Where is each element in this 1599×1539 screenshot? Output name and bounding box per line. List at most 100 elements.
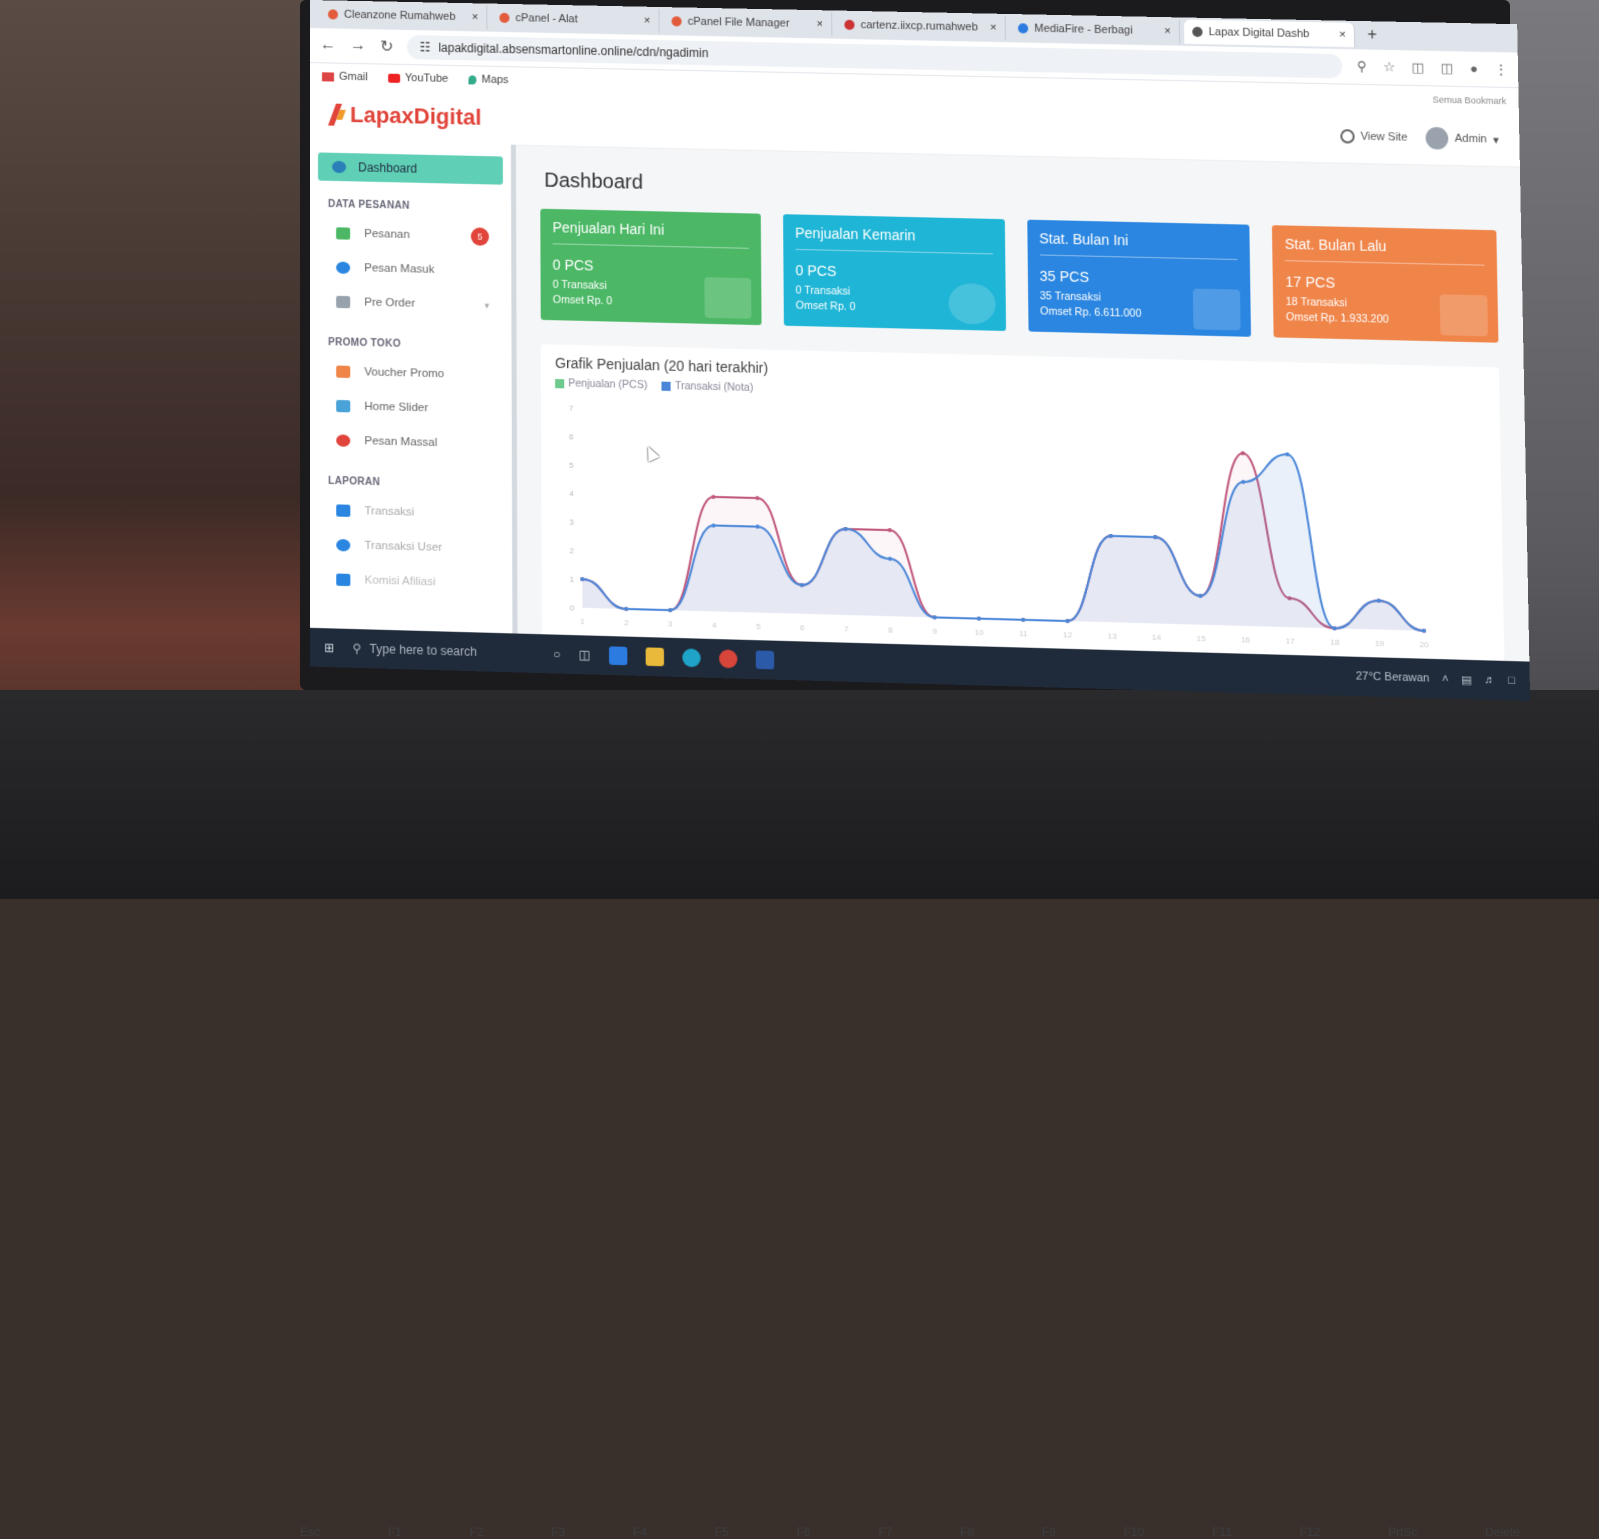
file-explorer-icon[interactable] — [645, 647, 663, 666]
user-menu[interactable]: Admin ▾ — [1426, 127, 1499, 151]
windows-start-icon[interactable]: ⊞ — [324, 640, 334, 655]
view-site-link[interactable]: View Site — [1340, 129, 1408, 145]
all-bookmarks[interactable]: Semua Bookmark — [1433, 94, 1507, 106]
bookmark-gmail[interactable]: Gmail — [322, 70, 368, 83]
sidebar-item-pesanan[interactable]: Pesanan 5 — [310, 216, 511, 255]
back-icon[interactable]: ← — [320, 36, 336, 54]
sidebar-item-dashboard[interactable]: Dashboard — [318, 152, 503, 184]
chevron-down-icon: ▾ — [485, 300, 490, 311]
menu-icon[interactable]: ⋮ — [1494, 61, 1508, 78]
forward-icon[interactable]: → — [350, 37, 366, 55]
taskbar-search[interactable]: ⚲ Type here to search — [352, 641, 534, 660]
bookmark-star-icon[interactable]: ☆ — [1383, 59, 1395, 75]
sidebar-item-home-slider[interactable]: Home Slider — [310, 388, 512, 428]
megaphone-icon — [336, 434, 350, 447]
sidebar-item-komisi-afiliasi[interactable]: Komisi Afiliasi — [310, 562, 512, 602]
site-info-icon[interactable]: ☷ — [420, 40, 431, 54]
extensions-icon[interactable]: ◫ — [1411, 60, 1424, 76]
tab-label: cartenz.iixcp.rumahweb — [861, 19, 984, 34]
keyboard-key: F5 — [715, 1525, 729, 1539]
sidebar-item-label: Pre Order — [364, 296, 415, 309]
browser-tab-active[interactable]: Lapax Digital Dashb × — [1184, 20, 1355, 48]
weather-widget[interactable]: 27°C Berawan — [1356, 670, 1430, 684]
data-point[interactable] — [580, 577, 584, 581]
tab-favicon-icon — [672, 16, 682, 26]
sidebar-item-transaksi-user[interactable]: Transaksi User — [310, 527, 512, 567]
data-point[interactable] — [1065, 619, 1069, 623]
data-point[interactable] — [1422, 629, 1426, 633]
browser-tab[interactable]: MediaFire - Berbagi × — [1010, 16, 1181, 44]
x-tick-label: 4 — [712, 621, 717, 630]
x-tick-label: 2 — [624, 618, 629, 627]
reload-icon[interactable]: ↻ — [380, 36, 393, 56]
sidepanel-icon[interactable]: ◫ — [1441, 60, 1454, 77]
x-tick-label: 18 — [1330, 638, 1340, 648]
x-tick-label: 19 — [1375, 639, 1385, 649]
mail-icon[interactable] — [609, 646, 627, 665]
close-icon[interactable]: × — [1339, 29, 1346, 41]
x-tick-label: 14 — [1152, 633, 1162, 643]
close-icon[interactable]: × — [990, 22, 997, 34]
data-point[interactable] — [668, 608, 672, 612]
sidebar-item-pesan-masuk[interactable]: Pesan Masuk — [310, 250, 511, 289]
close-icon[interactable]: × — [1164, 25, 1171, 37]
x-tick-label: 9 — [932, 627, 937, 636]
data-point[interactable] — [977, 616, 981, 620]
tab-favicon-icon — [499, 13, 509, 23]
sidebar-item-label: Home Slider — [364, 401, 428, 415]
sidebar-item-voucher-promo[interactable]: Voucher Promo — [310, 354, 512, 393]
sales-chart-panel: Grafik Penjualan (20 hari terakhir) Penj… — [541, 344, 1505, 666]
zoom-icon[interactable]: ⚲ — [1357, 58, 1367, 74]
function-keys: Esc F1 F2 F3 F4 F5 F6 F7 F8 F9 F10 F11 F12 PrtSc Delet… — [300, 1525, 1520, 1539]
chrome-icon[interactable] — [719, 649, 737, 668]
logo-icon — [330, 104, 346, 126]
legend-item[interactable]: Transaksi (Nota) — [662, 380, 754, 394]
close-icon[interactable]: × — [817, 18, 824, 30]
tab-label: Lapax Digital Dashb — [1209, 26, 1334, 41]
cortana-icon[interactable]: ○ — [553, 647, 560, 662]
browser-tab[interactable]: Cleanzone Rumahweb × — [320, 2, 487, 29]
data-point[interactable] — [624, 607, 628, 611]
series-area — [582, 437, 1424, 631]
card-pcs: 0 PCS — [553, 256, 749, 277]
sidebar-item-transaksi[interactable]: Transaksi — [310, 493, 512, 533]
tab-label: cPanel File Manager — [688, 16, 811, 31]
close-icon[interactable]: × — [644, 15, 651, 27]
volume-icon[interactable]: ♬ — [1484, 674, 1496, 687]
legend-item[interactable]: Penjualan (PCS) — [555, 377, 647, 391]
data-point[interactable] — [933, 615, 937, 619]
data-point[interactable] — [1021, 618, 1025, 622]
dashboard-icon — [332, 161, 346, 173]
network-icon[interactable]: ▤ — [1461, 673, 1472, 687]
card-title: Stat. Bulan Ini — [1039, 230, 1238, 260]
sidebar-item-label: Transaksi User — [364, 540, 442, 554]
profile-icon[interactable]: ● — [1470, 61, 1478, 77]
x-tick-label: 13 — [1107, 631, 1117, 641]
notification-icon[interactable]: □ — [1508, 674, 1515, 687]
card-pcs: 17 PCS — [1285, 273, 1485, 294]
x-tick-label: 17 — [1285, 636, 1295, 646]
y-tick-label: 3 — [569, 518, 574, 527]
sidebar-item-pre-order[interactable]: Pre Order ▾ — [310, 284, 511, 323]
bookmark-maps[interactable]: Maps — [468, 73, 508, 86]
sidebar-item-label: Dashboard — [358, 160, 417, 175]
edge-icon[interactable] — [682, 648, 700, 667]
logo[interactable]: LapaxDigital — [330, 102, 481, 131]
x-tick-label: 1 — [580, 617, 585, 626]
x-tick-label: 11 — [1019, 629, 1028, 639]
word-icon[interactable] — [755, 650, 774, 669]
task-view-icon[interactable]: ◫ — [579, 648, 591, 663]
chevron-up-icon[interactable]: ˄ — [1442, 673, 1449, 686]
close-icon[interactable]: × — [472, 11, 478, 23]
browser-tab[interactable]: cPanel File Manager × — [663, 9, 832, 37]
browser-tab[interactable]: cartenz.iixcp.rumahweb × — [836, 13, 1006, 41]
new-tab-button[interactable]: + — [1359, 26, 1385, 45]
keyboard-key: Esc — [300, 1525, 320, 1539]
browser-tab[interactable]: cPanel - Alat × — [491, 6, 659, 33]
laptop-screen: Cleanzone Rumahweb × cPanel - Alat × cPane… — [310, 0, 1530, 701]
y-tick-label: 1 — [570, 575, 575, 584]
sidebar-item-label: Transaksi — [364, 505, 414, 519]
data-point[interactable] — [1332, 626, 1336, 630]
sidebar-item-pesan-massal[interactable]: Pesan Massal — [310, 423, 512, 463]
bookmark-youtube[interactable]: YouTube — [388, 72, 448, 85]
